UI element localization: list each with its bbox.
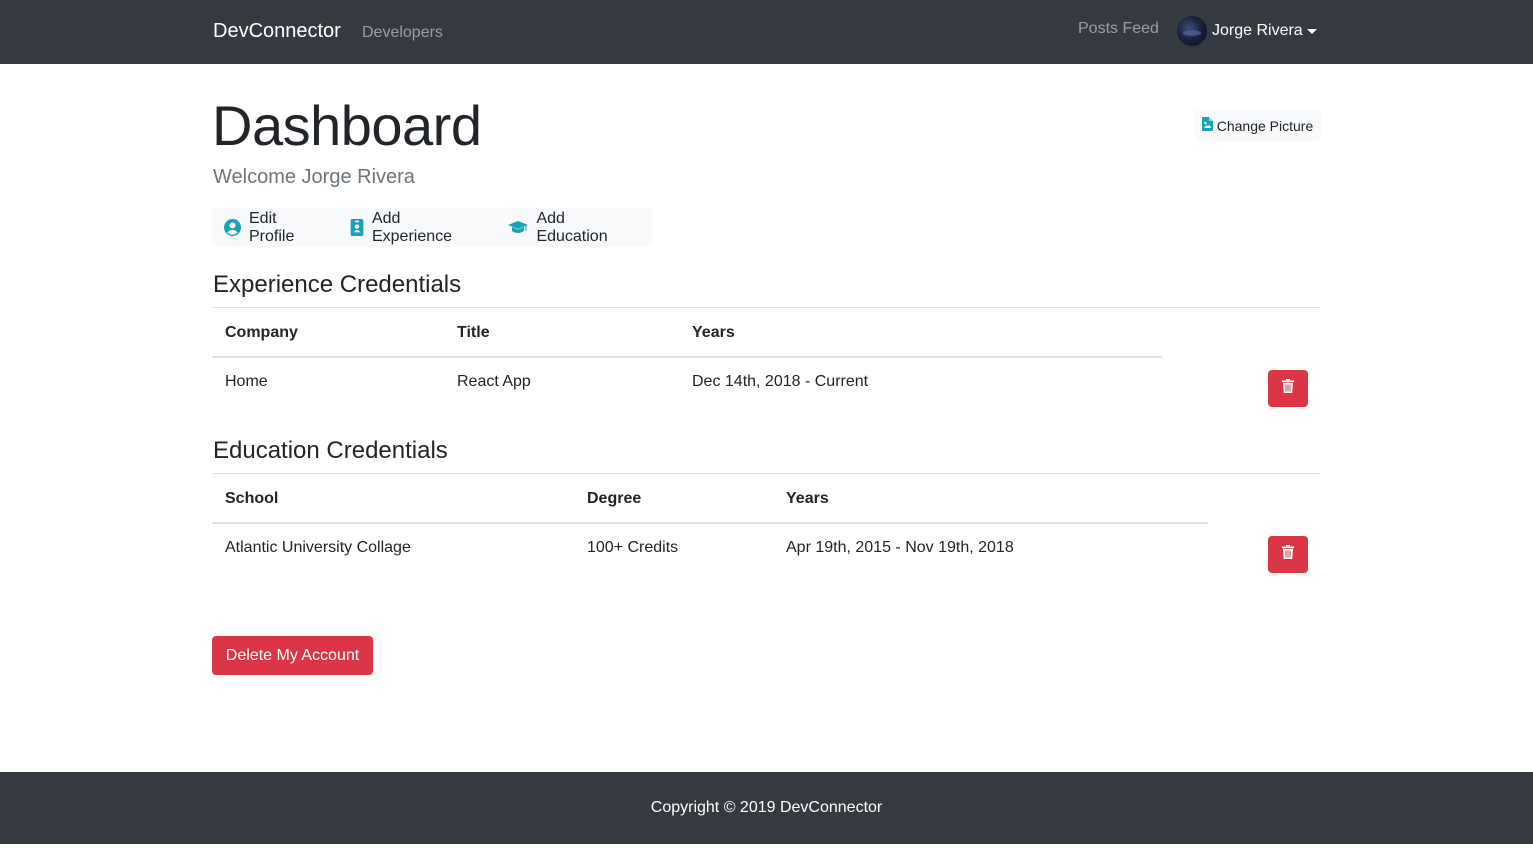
page-title: Dashboard [212,94,482,157]
user-circle-icon [224,219,241,236]
education-header-school: School [225,490,279,507]
add-experience-label: Add Experience [371,209,453,245]
add-education-button[interactable]: Add Education [496,208,652,247]
delete-account-button[interactable]: Delete My Account [212,636,373,675]
education-school: Atlantic University Collage [225,539,411,556]
experience-header-company: Company [225,324,298,341]
delete-experience-button[interactable] [1268,370,1308,407]
trash-icon [1282,545,1294,564]
welcome-text: Welcome Jorge Rivera [213,166,415,188]
experience-table-top-border [212,307,1320,308]
avatar [1177,16,1207,46]
dashboard-actions: Edit Profile Add Experience Add Educatio… [212,208,652,247]
experience-title: React App [457,373,531,390]
education-degree: 100+ Credits [587,539,679,556]
id-badge-icon [350,219,364,236]
change-picture-button[interactable]: Change Picture [1194,110,1321,141]
experience-section-title: Experience Credentials [213,271,462,298]
footer: Copyright © 2019 DevConnector [0,772,1533,844]
education-header-degree: Degree [587,490,642,507]
add-experience-button[interactable]: Add Experience [338,208,496,247]
education-header-border [212,522,1208,524]
experience-company: Home [225,373,268,390]
user-menu-toggle[interactable]: Jorge Rivera [1177,16,1317,46]
add-education-label: Add Education [536,209,608,245]
edit-profile-button[interactable]: Edit Profile [212,208,338,247]
education-header-years: Years [786,490,829,507]
nav-developers-link[interactable]: Developers [362,24,443,42]
file-image-icon [1201,117,1213,134]
nav-posts-feed-link[interactable]: Posts Feed [1078,20,1159,38]
experience-years: Dec 14th, 2018 - Current [692,373,869,390]
experience-header-years: Years [692,324,735,341]
trash-icon [1282,379,1294,398]
experience-header-border [212,356,1162,358]
caret-down-icon [1306,29,1317,34]
education-years: Apr 19th, 2015 - Nov 19th, 2018 [786,539,1014,556]
footer-copyright: Copyright © 2019 DevConnector [650,799,883,816]
education-table-top-border [212,473,1320,474]
experience-header-title: Title [457,324,490,341]
change-picture-label: Change Picture [1216,117,1314,134]
graduation-cap-icon [508,220,529,235]
navbar: DevConnector Developers Posts Feed Jorge… [0,0,1533,64]
brand-link[interactable]: DevConnector [213,20,341,43]
delete-education-button[interactable] [1268,536,1308,573]
user-name: Jorge Rivera [1212,22,1303,39]
page-bottom-strip [0,844,1533,862]
edit-profile-label: Edit Profile [249,209,295,245]
education-section-title: Education Credentials [213,437,448,464]
